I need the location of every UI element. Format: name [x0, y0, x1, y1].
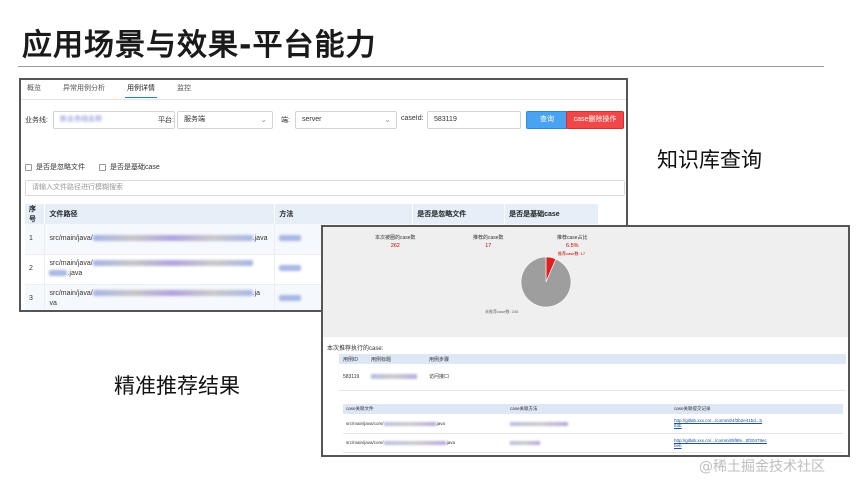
- row-file: src/main/java/com/.java: [343, 433, 507, 453]
- chevron-down-icon: ⌄: [384, 115, 391, 124]
- commit-link[interactable]: http://gitlab.xxx.cn/.../commit/4f3b2e41…: [674, 418, 762, 423]
- col-header-commit: case关联提交记录: [671, 404, 843, 414]
- checkbox-box: [99, 163, 106, 171]
- recommend-result-label: 精准推荐结果: [114, 374, 240, 398]
- pie-gray-label: 未推荐case数: 245: [485, 308, 519, 314]
- ignore-file-checkbox-label: 是否是忽略文件: [36, 164, 85, 171]
- row-path: src/main/java/.java: [44, 284, 276, 310]
- end-value: server: [302, 116, 322, 123]
- col-header-basecase: 是否是基础case: [504, 204, 599, 224]
- row-index: 2: [25, 254, 46, 285]
- col-header-ignore: 是否是忽略文件: [412, 204, 506, 224]
- tab-case-detail[interactable]: 用例详情: [125, 84, 157, 98]
- col-header-casestep: 用例步骤: [425, 354, 846, 364]
- filter-row: 业务线: 新业务线名称 ⌄ 平台: 服务端 ⌄ 端: server ⌄ case…: [21, 111, 626, 129]
- blurred-text: [510, 440, 540, 445]
- chevron-down-icon: ⌄: [260, 115, 267, 124]
- blurred-text: [92, 234, 253, 241]
- table-row[interactable]: src/main/java/com/.java http://gitlab.xx…: [343, 433, 843, 453]
- platform-value: 服务端: [184, 116, 205, 123]
- row-path: src/main/java/.java: [44, 224, 276, 255]
- blurred-text: [92, 260, 253, 267]
- col-header-caseid: 用例ID: [339, 354, 367, 364]
- platform-select[interactable]: 服务端 ⌄: [177, 111, 273, 129]
- file-path-search-input[interactable]: 请输入文件路径进行模糊搜索: [25, 180, 625, 196]
- row-casetitle: [367, 364, 425, 391]
- stats-area: 本次被圈的case数 262 推荐的case数 17 推荐case占比 6.5%…: [323, 227, 848, 337]
- case-detail-table: case关联文件 case关联方法 case关联提交记录 src/main/ja…: [343, 404, 843, 453]
- blurred-text: [383, 440, 446, 445]
- table-row[interactable]: 583119 访问接口: [339, 364, 846, 391]
- row-commit: http://gitlab.xxx.cn/.../commit/5f6fe...…: [671, 433, 843, 453]
- col-header-file: case关联文件: [343, 404, 507, 414]
- blurred-text: [371, 373, 417, 379]
- row-index: 1: [25, 224, 46, 255]
- col-header-path: 文件路径: [44, 204, 276, 224]
- case-table: 用例ID 用例标题 用例步骤 583119 访问接口: [339, 354, 846, 391]
- row-method: [507, 414, 671, 434]
- blurred-text: [49, 270, 68, 277]
- caseid-input[interactable]: 583119: [427, 111, 521, 129]
- blurred-text: [383, 421, 436, 426]
- tab-exception-analysis[interactable]: 异常用例分析: [61, 84, 107, 98]
- business-line-select[interactable]: 新业务线名称 ⌄: [53, 111, 175, 129]
- checkbox-box: [25, 163, 32, 171]
- tab-bar: 概览 异常用例分析 用例详情 监控: [25, 84, 193, 98]
- row-file: src/main/java/com/.java: [343, 414, 507, 434]
- title-divider: [18, 66, 824, 67]
- row-path: src/main/java/.java: [44, 254, 276, 285]
- knowledge-query-label: 知识库查询: [657, 148, 762, 172]
- col-header-casetitle: 用例标题: [367, 354, 425, 364]
- end-label: 端:: [281, 117, 290, 124]
- tab-monitor[interactable]: 监控: [175, 84, 193, 98]
- tab-overview[interactable]: 概览: [25, 84, 43, 98]
- row-casestep: 访问接口: [425, 364, 846, 391]
- row-index: 3: [25, 284, 46, 310]
- business-line-value: 新业务线名称: [60, 116, 102, 123]
- base-case-checkbox-label: 是否是基础case: [110, 164, 160, 171]
- ignore-file-checkbox[interactable]: 是否是忽略文件: [25, 162, 85, 172]
- commit-link-tail[interactable]: beb: [674, 443, 682, 448]
- tab-divider: [21, 99, 626, 100]
- end-select[interactable]: server ⌄: [295, 111, 397, 129]
- caseid-label: caseId:: [401, 115, 424, 122]
- pie-red-label: 推荐case数: 17: [558, 250, 586, 256]
- slide-title: 应用场景与效果-平台能力: [22, 28, 377, 63]
- business-line-label: 业务线:: [25, 117, 48, 124]
- commit-link[interactable]: http://gitlab.xxx.cn/.../commit/5f6fe...…: [674, 438, 767, 443]
- recommend-pie-chart: 推荐case数: 17 未推荐case数: 245: [485, 250, 586, 314]
- blurred-text: [92, 290, 253, 297]
- caseid-value: 583119: [434, 116, 457, 123]
- table-row[interactable]: src/main/java/com/.java http://gitlab.xx…: [343, 414, 843, 434]
- row-commit: http://gitlab.xxx.cn/.../commit/4f3b2e41…: [671, 414, 843, 434]
- watermark: @稀土掘金技术社区: [699, 459, 825, 475]
- blurred-text: [279, 295, 302, 302]
- commit-link-tail[interactable]: 63b: [674, 423, 682, 428]
- col-header-method: case关联方法: [507, 404, 671, 414]
- query-button[interactable]: 查询: [526, 111, 568, 129]
- filter-checkboxes: 是否是忽略文件 是否是基础case: [25, 162, 160, 172]
- blurred-text: [279, 265, 302, 272]
- pie-slice-not-recommended: [520, 256, 572, 308]
- blurred-text: [279, 234, 302, 241]
- row-method: [507, 433, 671, 453]
- platform-label: 平台:: [158, 117, 174, 124]
- recommend-result-screenshot: 本次被圈的case数 262 推荐的case数 17 推荐case占比 6.5%…: [321, 225, 850, 457]
- base-case-checkbox[interactable]: 是否是基础case: [99, 162, 160, 172]
- col-header-index: 序号: [25, 204, 46, 224]
- case-delete-button[interactable]: case删除操作: [566, 111, 624, 129]
- row-caseid: 583119: [339, 364, 367, 391]
- section-title: 本次推荐执行的case:: [327, 346, 384, 352]
- col-header-method: 方法: [274, 204, 414, 224]
- blurred-text: [510, 421, 568, 426]
